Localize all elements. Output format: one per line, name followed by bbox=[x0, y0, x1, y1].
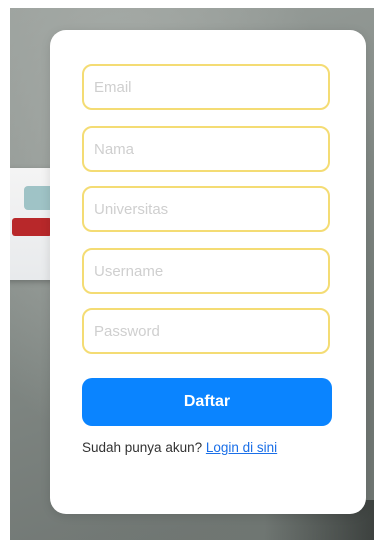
name-field[interactable] bbox=[82, 126, 330, 172]
login-link[interactable]: Login di sini bbox=[206, 440, 277, 455]
login-prompt-row: Sudah punya akun? Login di sini bbox=[82, 440, 342, 455]
university-field[interactable] bbox=[82, 186, 330, 232]
register-card: Daftar Sudah punya akun? Login di sini bbox=[50, 30, 366, 514]
password-field[interactable] bbox=[82, 308, 330, 354]
email-field[interactable] bbox=[82, 64, 330, 110]
login-prompt-text: Sudah punya akun? bbox=[82, 440, 203, 455]
background-object-stripe bbox=[12, 218, 52, 236]
username-field[interactable] bbox=[82, 248, 330, 294]
register-button[interactable]: Daftar bbox=[82, 378, 332, 426]
